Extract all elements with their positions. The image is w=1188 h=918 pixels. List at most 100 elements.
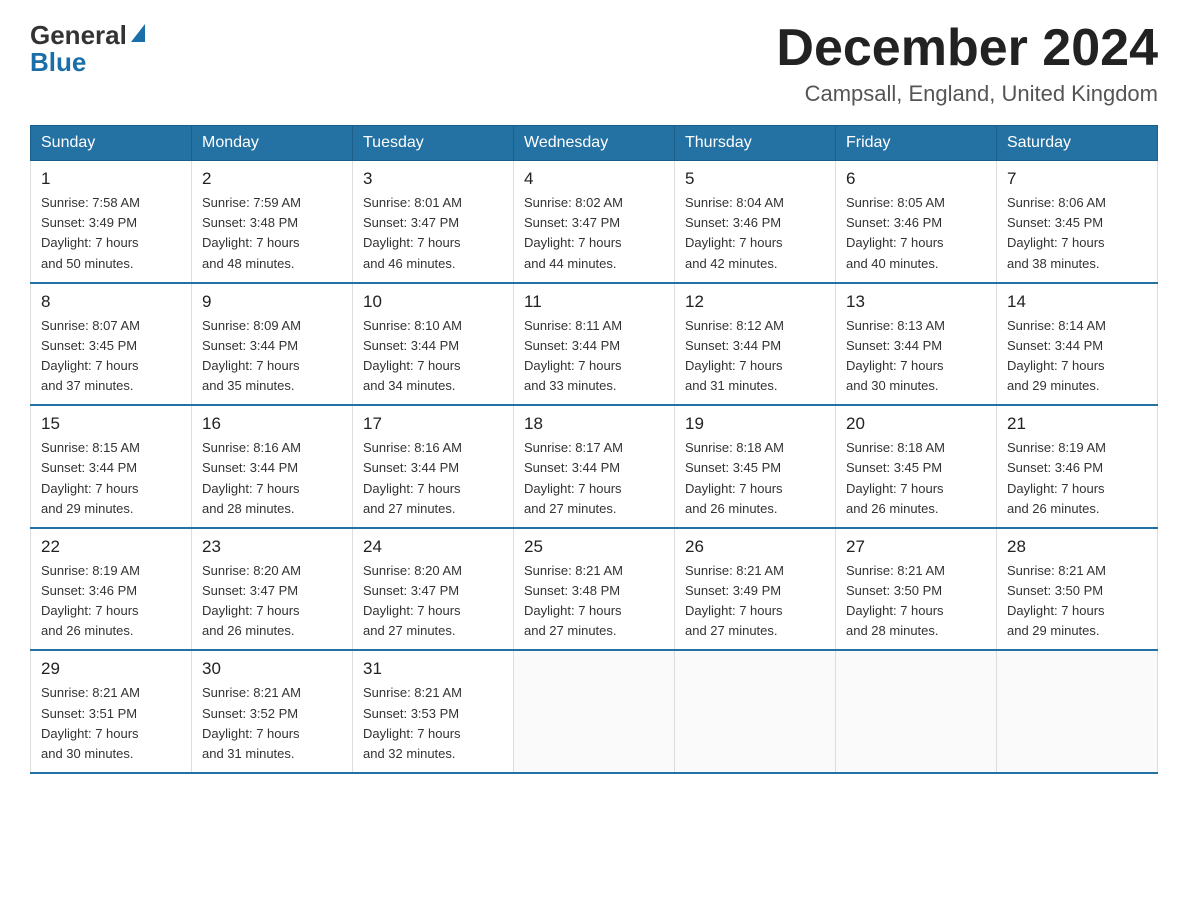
day-number: 2 [202,169,342,189]
day-number: 16 [202,414,342,434]
calendar-cell: 28 Sunrise: 8:21 AMSunset: 3:50 PMDaylig… [997,528,1158,651]
day-number: 18 [524,414,664,434]
calendar-cell: 29 Sunrise: 8:21 AMSunset: 3:51 PMDaylig… [31,650,192,773]
day-number: 31 [363,659,503,679]
day-info: Sunrise: 8:11 AMSunset: 3:44 PMDaylight:… [524,316,664,397]
calendar-cell [675,650,836,773]
calendar-cell: 21 Sunrise: 8:19 AMSunset: 3:46 PMDaylig… [997,405,1158,528]
day-number: 5 [685,169,825,189]
month-title: December 2024 [776,20,1158,77]
logo-blue-text: Blue [30,47,86,78]
calendar-cell: 9 Sunrise: 8:09 AMSunset: 3:44 PMDayligh… [192,283,353,406]
logo-arrow-icon [131,24,145,42]
day-info: Sunrise: 8:09 AMSunset: 3:44 PMDaylight:… [202,316,342,397]
day-number: 17 [363,414,503,434]
day-info: Sunrise: 8:07 AMSunset: 3:45 PMDaylight:… [41,316,181,397]
page-header: General Blue December 2024 Campsall, Eng… [30,20,1158,107]
day-number: 13 [846,292,986,312]
calendar-cell: 26 Sunrise: 8:21 AMSunset: 3:49 PMDaylig… [675,528,836,651]
calendar-cell: 22 Sunrise: 8:19 AMSunset: 3:46 PMDaylig… [31,528,192,651]
calendar-cell: 19 Sunrise: 8:18 AMSunset: 3:45 PMDaylig… [675,405,836,528]
calendar-cell [997,650,1158,773]
day-info: Sunrise: 7:58 AMSunset: 3:49 PMDaylight:… [41,193,181,274]
calendar-cell: 12 Sunrise: 8:12 AMSunset: 3:44 PMDaylig… [675,283,836,406]
day-number: 28 [1007,537,1147,557]
calendar-cell: 1 Sunrise: 7:58 AMSunset: 3:49 PMDayligh… [31,161,192,283]
col-header-saturday: Saturday [997,126,1158,161]
calendar-cell: 4 Sunrise: 8:02 AMSunset: 3:47 PMDayligh… [514,161,675,283]
day-info: Sunrise: 8:21 AMSunset: 3:52 PMDaylight:… [202,683,342,764]
day-number: 22 [41,537,181,557]
col-header-wednesday: Wednesday [514,126,675,161]
day-number: 26 [685,537,825,557]
day-info: Sunrise: 8:18 AMSunset: 3:45 PMDaylight:… [685,438,825,519]
day-info: Sunrise: 8:21 AMSunset: 3:49 PMDaylight:… [685,561,825,642]
col-header-monday: Monday [192,126,353,161]
calendar-week-row: 8 Sunrise: 8:07 AMSunset: 3:45 PMDayligh… [31,283,1158,406]
day-info: Sunrise: 8:17 AMSunset: 3:44 PMDaylight:… [524,438,664,519]
col-header-thursday: Thursday [675,126,836,161]
day-info: Sunrise: 8:21 AMSunset: 3:51 PMDaylight:… [41,683,181,764]
day-info: Sunrise: 8:20 AMSunset: 3:47 PMDaylight:… [202,561,342,642]
calendar-header-row: SundayMondayTuesdayWednesdayThursdayFrid… [31,126,1158,161]
day-number: 27 [846,537,986,557]
calendar-cell: 24 Sunrise: 8:20 AMSunset: 3:47 PMDaylig… [353,528,514,651]
calendar-cell: 20 Sunrise: 8:18 AMSunset: 3:45 PMDaylig… [836,405,997,528]
day-info: Sunrise: 8:21 AMSunset: 3:50 PMDaylight:… [1007,561,1147,642]
day-info: Sunrise: 8:05 AMSunset: 3:46 PMDaylight:… [846,193,986,274]
day-number: 8 [41,292,181,312]
day-info: Sunrise: 8:12 AMSunset: 3:44 PMDaylight:… [685,316,825,397]
day-number: 3 [363,169,503,189]
calendar-week-row: 29 Sunrise: 8:21 AMSunset: 3:51 PMDaylig… [31,650,1158,773]
day-number: 20 [846,414,986,434]
calendar-cell: 7 Sunrise: 8:06 AMSunset: 3:45 PMDayligh… [997,161,1158,283]
day-number: 4 [524,169,664,189]
day-info: Sunrise: 8:19 AMSunset: 3:46 PMDaylight:… [1007,438,1147,519]
day-info: Sunrise: 8:02 AMSunset: 3:47 PMDaylight:… [524,193,664,274]
day-number: 24 [363,537,503,557]
calendar-cell: 5 Sunrise: 8:04 AMSunset: 3:46 PMDayligh… [675,161,836,283]
calendar-cell: 27 Sunrise: 8:21 AMSunset: 3:50 PMDaylig… [836,528,997,651]
day-number: 19 [685,414,825,434]
day-info: Sunrise: 8:14 AMSunset: 3:44 PMDaylight:… [1007,316,1147,397]
calendar-cell: 23 Sunrise: 8:20 AMSunset: 3:47 PMDaylig… [192,528,353,651]
calendar-cell [514,650,675,773]
col-header-tuesday: Tuesday [353,126,514,161]
day-info: Sunrise: 8:21 AMSunset: 3:48 PMDaylight:… [524,561,664,642]
calendar-cell: 17 Sunrise: 8:16 AMSunset: 3:44 PMDaylig… [353,405,514,528]
day-info: Sunrise: 8:20 AMSunset: 3:47 PMDaylight:… [363,561,503,642]
day-number: 25 [524,537,664,557]
calendar-table: SundayMondayTuesdayWednesdayThursdayFrid… [30,125,1158,774]
calendar-cell: 11 Sunrise: 8:11 AMSunset: 3:44 PMDaylig… [514,283,675,406]
day-number: 29 [41,659,181,679]
day-number: 1 [41,169,181,189]
calendar-week-row: 1 Sunrise: 7:58 AMSunset: 3:49 PMDayligh… [31,161,1158,283]
day-info: Sunrise: 8:04 AMSunset: 3:46 PMDaylight:… [685,193,825,274]
calendar-week-row: 15 Sunrise: 8:15 AMSunset: 3:44 PMDaylig… [31,405,1158,528]
calendar-cell: 2 Sunrise: 7:59 AMSunset: 3:48 PMDayligh… [192,161,353,283]
calendar-cell: 15 Sunrise: 8:15 AMSunset: 3:44 PMDaylig… [31,405,192,528]
day-info: Sunrise: 8:21 AMSunset: 3:53 PMDaylight:… [363,683,503,764]
calendar-cell: 13 Sunrise: 8:13 AMSunset: 3:44 PMDaylig… [836,283,997,406]
day-info: Sunrise: 8:06 AMSunset: 3:45 PMDaylight:… [1007,193,1147,274]
day-number: 6 [846,169,986,189]
day-number: 7 [1007,169,1147,189]
day-info: Sunrise: 7:59 AMSunset: 3:48 PMDaylight:… [202,193,342,274]
day-number: 21 [1007,414,1147,434]
calendar-cell: 25 Sunrise: 8:21 AMSunset: 3:48 PMDaylig… [514,528,675,651]
day-info: Sunrise: 8:19 AMSunset: 3:46 PMDaylight:… [41,561,181,642]
calendar-cell: 3 Sunrise: 8:01 AMSunset: 3:47 PMDayligh… [353,161,514,283]
day-info: Sunrise: 8:13 AMSunset: 3:44 PMDaylight:… [846,316,986,397]
day-info: Sunrise: 8:21 AMSunset: 3:50 PMDaylight:… [846,561,986,642]
calendar-week-row: 22 Sunrise: 8:19 AMSunset: 3:46 PMDaylig… [31,528,1158,651]
title-section: December 2024 Campsall, England, United … [776,20,1158,107]
calendar-cell: 8 Sunrise: 8:07 AMSunset: 3:45 PMDayligh… [31,283,192,406]
calendar-cell: 14 Sunrise: 8:14 AMSunset: 3:44 PMDaylig… [997,283,1158,406]
day-number: 30 [202,659,342,679]
calendar-cell [836,650,997,773]
day-number: 15 [41,414,181,434]
day-info: Sunrise: 8:10 AMSunset: 3:44 PMDaylight:… [363,316,503,397]
day-info: Sunrise: 8:18 AMSunset: 3:45 PMDaylight:… [846,438,986,519]
calendar-cell: 6 Sunrise: 8:05 AMSunset: 3:46 PMDayligh… [836,161,997,283]
day-number: 12 [685,292,825,312]
